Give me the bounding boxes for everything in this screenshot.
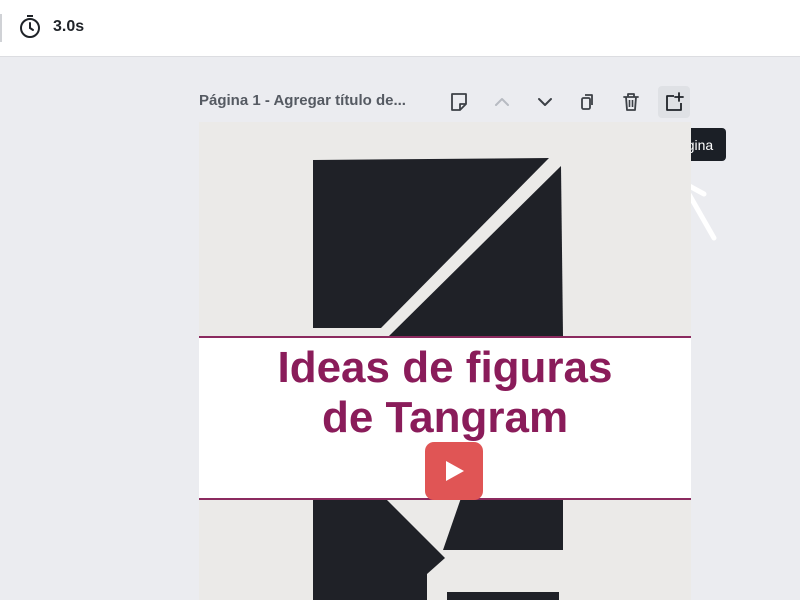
- toolbar-divider: [0, 14, 2, 42]
- chevron-down-icon: [538, 98, 552, 106]
- play-icon: [446, 461, 464, 481]
- delete-page-button[interactable]: [615, 86, 647, 118]
- banner-title-line-1[interactable]: Ideas de figuras: [199, 344, 691, 392]
- move-page-up-button[interactable]: [486, 86, 518, 118]
- chevron-up-icon: [495, 98, 509, 106]
- play-button[interactable]: [425, 442, 483, 500]
- banner-title-line-2[interactable]: de Tangram: [199, 394, 691, 442]
- move-page-down-button[interactable]: [529, 86, 561, 118]
- top-toolbar: 3.0s: [0, 0, 800, 57]
- page-header: Página 1 - Agregar título de...: [199, 86, 694, 118]
- design-page[interactable]: Ideas de figuras de Tangram: [199, 122, 691, 600]
- stopwatch-icon[interactable]: [18, 14, 42, 40]
- page-title[interactable]: Página 1 - Agregar título de...: [199, 92, 406, 109]
- duplicate-page-button[interactable]: [572, 86, 604, 118]
- notes-icon: [451, 93, 467, 111]
- duplicate-icon: [581, 94, 593, 110]
- tangram-piece-bottom: [447, 592, 559, 600]
- title-banner: Ideas de figuras de Tangram: [199, 336, 691, 500]
- add-page-icon: [666, 92, 684, 111]
- add-page-button[interactable]: [658, 86, 690, 118]
- duration-label[interactable]: 3.0s: [53, 18, 84, 36]
- tangram-piece-lower-square: [443, 498, 563, 550]
- trash-icon: [623, 93, 639, 111]
- notes-button[interactable]: [443, 86, 475, 118]
